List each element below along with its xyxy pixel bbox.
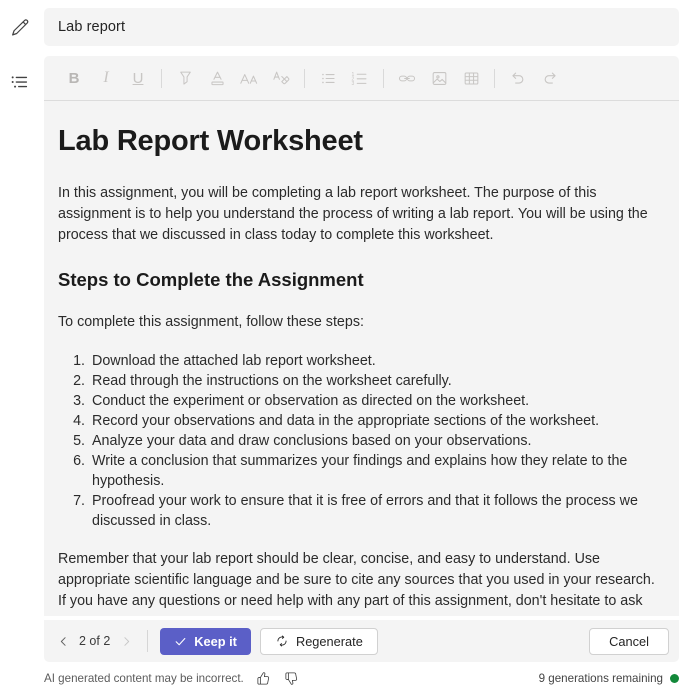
image-icon[interactable] (423, 63, 455, 93)
toolbar-divider (383, 68, 384, 88)
list-item: Analyze your data and draw conclusions b… (89, 431, 663, 451)
title-input-value: Lab report (58, 19, 126, 35)
document-closing-first: Remember that your lab report should be … (58, 551, 655, 588)
highlight-icon[interactable] (169, 63, 201, 93)
redo-icon[interactable] (534, 63, 566, 93)
ai-draft-dialog: Lab report B I U 1 2 3 Lab Report Worksh… (0, 0, 687, 695)
bold-icon[interactable]: B (58, 63, 90, 93)
numbered-list-icon[interactable]: 1 2 3 (344, 63, 376, 93)
document-heading: Lab Report Worksheet (58, 125, 363, 157)
document-body[interactable]: Lab Report Worksheet In this assignment,… (44, 101, 679, 615)
italic-icon[interactable]: I (90, 63, 122, 93)
list-item: Write a conclusion that summarizes your … (89, 451, 663, 491)
title-input[interactable]: Lab report (44, 8, 679, 46)
document-closing-second: If you have any questions or need help w… (58, 593, 643, 615)
clear-formatting-icon[interactable] (265, 63, 297, 93)
table-icon[interactable] (455, 63, 487, 93)
thumbs-down-icon[interactable] (281, 668, 303, 688)
font-size-icon[interactable] (233, 63, 265, 93)
undo-icon[interactable] (502, 63, 534, 93)
toolbar-divider (304, 68, 305, 88)
list-item: Record your observations and data in the… (89, 411, 663, 431)
toolbar-divider (494, 68, 495, 88)
previous-draft-button[interactable] (52, 629, 74, 653)
bulleted-list-icon[interactable] (312, 63, 344, 93)
cancel-label: Cancel (609, 633, 649, 649)
ai-disclaimer-text: AI generated content may be incorrect. (44, 671, 244, 685)
document-steps-intro: To complete this assignment, follow thes… (58, 314, 364, 330)
list-item: Download the attached lab report workshe… (89, 351, 663, 371)
svg-text:3: 3 (351, 80, 354, 86)
document-intro: In this assignment, you will be completi… (58, 185, 648, 243)
list-item: Conduct the experiment or observation as… (89, 391, 663, 411)
action-bar-divider (147, 630, 149, 652)
editor-card: B I U 1 2 3 Lab Report Worksheet In this… (44, 56, 679, 616)
left-rail (0, 0, 40, 695)
keep-it-label: Keep it (194, 633, 237, 649)
list-item: Proofread your work to ensure that it is… (89, 491, 663, 531)
footer-row: AI generated content may be incorrect. 9… (44, 668, 679, 688)
keep-it-button[interactable]: Keep it (160, 627, 251, 655)
font-color-icon[interactable] (201, 63, 233, 93)
list-item: Read through the instructions on the wor… (89, 371, 663, 391)
draft-pager: 2 of 2 (52, 629, 137, 653)
pencil-icon[interactable] (6, 14, 34, 42)
next-draft-button[interactable] (115, 629, 137, 653)
refresh-icon (275, 634, 289, 648)
list-outline-icon[interactable] (6, 68, 34, 96)
link-icon[interactable] (391, 63, 423, 93)
status-dot-icon (670, 673, 679, 683)
formatting-toolbar: B I U 1 2 3 (44, 56, 679, 101)
underline-icon[interactable]: U (122, 63, 154, 93)
document-steps-list: Download the attached lab report workshe… (58, 351, 663, 531)
action-bar: 2 of 2 Keep it Regenerate Cancel (44, 620, 679, 662)
generations-remaining-label: 9 generations remaining (538, 671, 663, 685)
thumbs-up-icon[interactable] (253, 668, 275, 688)
checkmark-icon (174, 635, 187, 648)
document-section-heading: Steps to Complete the Assignment (58, 269, 364, 290)
regenerate-button[interactable]: Regenerate (259, 627, 378, 655)
regenerate-label: Regenerate (295, 633, 363, 649)
draft-page-label: 2 of 2 (79, 634, 111, 648)
generations-status: 9 generations remaining (539, 672, 679, 685)
cancel-button[interactable]: Cancel (589, 627, 669, 655)
toolbar-divider (161, 68, 162, 88)
